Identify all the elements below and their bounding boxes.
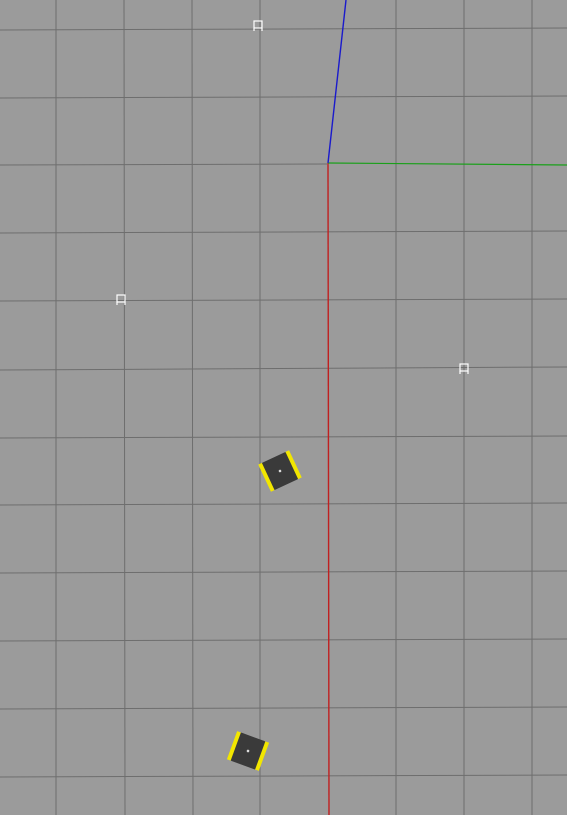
y-axis-line [327,162,567,166]
grid-line [0,774,567,778]
z-axis-line [327,0,347,164]
grid-line [0,298,567,302]
ground-grid [0,0,567,815]
robot-icon [226,731,270,771]
grid-line [191,0,194,815]
axes [327,0,567,815]
grid-line [0,366,567,371]
grid-line [0,502,567,506]
x-axis-line [327,162,330,815]
grid-line [123,0,126,815]
grid-line [0,27,567,31]
waypoint-markers [116,20,469,374]
scene-canvas[interactable] [0,0,567,815]
grid-line [0,706,567,710]
grid-line [0,95,567,99]
robots [226,450,302,771]
3d-viewport[interactable] [0,0,567,815]
grid-line [0,570,567,574]
waypoint-icon [116,294,126,305]
grid-line [0,435,567,439]
robot-icon [258,450,302,492]
grid-line [0,163,328,166]
grid-line [0,230,567,234]
grid-line [0,638,567,642]
